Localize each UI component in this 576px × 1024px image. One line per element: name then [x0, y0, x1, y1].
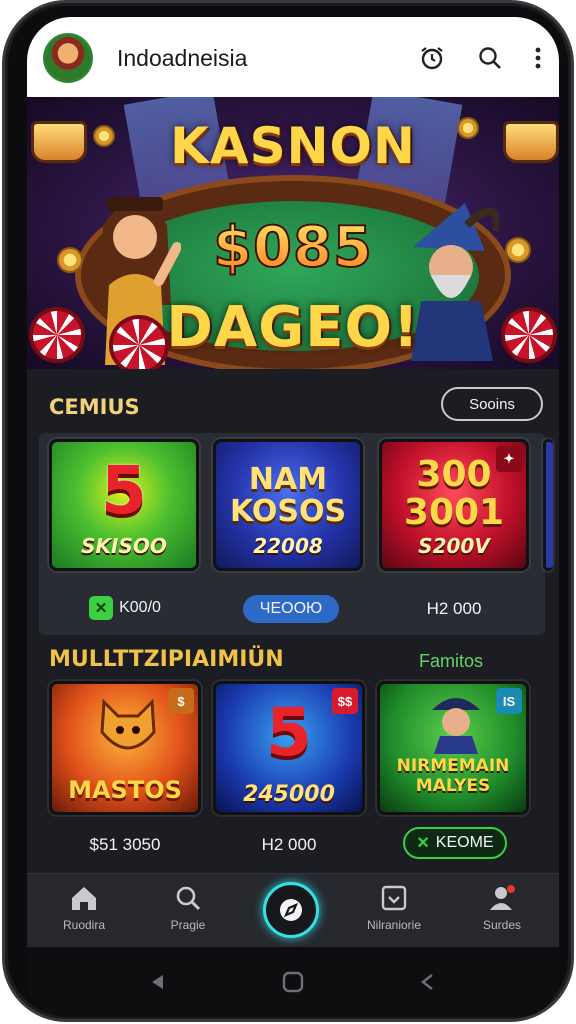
game-card-title: 5 [101, 452, 147, 529]
home-button-icon[interactable] [278, 969, 308, 995]
game-price: K00/0 [119, 599, 161, 616]
nav-label: Surdes [482, 918, 522, 932]
game-card-title: NIRMEMAIN MALYES [396, 756, 510, 796]
avatar[interactable] [43, 33, 93, 83]
app-bar: Indoadneisia [27, 17, 559, 97]
price-badge[interactable]: ЧЕООЮ [243, 595, 339, 623]
game-card[interactable]: 5 245000 $$ [213, 681, 365, 815]
more-vertical-icon[interactable] [523, 43, 553, 73]
currency-icon: IS [496, 688, 522, 714]
ticket-icon: ✕ [416, 835, 430, 852]
price-badge[interactable]: ✕ KEOME [403, 827, 507, 859]
close-icon: ✕ [89, 596, 114, 620]
bottom-nav: Ruodira Pragie Nilraniorie Surdes [27, 873, 559, 947]
favorite-icon[interactable]: ✦ [496, 446, 522, 472]
banner-amount: $085 [27, 214, 559, 281]
search-icon [176, 886, 201, 911]
game-card-subtitle: SKISOO [81, 534, 167, 558]
game-card[interactable]: NIRMEMAIN MALYES IS [377, 681, 529, 815]
pirate-icon [426, 690, 486, 754]
see-all-button[interactable]: Sooins [441, 387, 543, 421]
home-icon [72, 887, 96, 910]
compass-icon [280, 899, 302, 921]
phone-frame: Indoadneisia KASNON $085 DAGEO! CEMIUS S… [2, 0, 574, 1022]
game-price: ЧЕООЮ [259, 600, 323, 617]
lion-icon [96, 692, 160, 762]
coin-icon [505, 237, 531, 263]
currency-icon: $$ [332, 688, 358, 714]
game-card-subtitle: 245000 [243, 782, 335, 807]
game-card[interactable]: 5 SKISOO [49, 439, 199, 571]
back-icon[interactable] [143, 969, 173, 995]
nav-item-search[interactable]: Pragie [143, 884, 233, 932]
search-icon[interactable] [475, 43, 505, 73]
inbox-icon [381, 885, 407, 911]
game-card[interactable]: NAM KOSOS 22008 [213, 439, 363, 571]
game-price: KEOME [435, 834, 494, 851]
recents-icon[interactable] [413, 969, 443, 995]
screen: Indoadneisia KASNON $085 DAGEO! CEMIUS S… [27, 17, 559, 1017]
game-price: H2 000 [426, 599, 482, 618]
section-title: MULLTTZIPIAIMIÜN [49, 647, 284, 672]
app-title: Indoadneisia [117, 45, 248, 71]
game-price: H2 000 [261, 835, 317, 854]
system-nav-bar [27, 947, 559, 1017]
promo-banner[interactable]: KASNON $085 DAGEO! [27, 97, 559, 369]
game-card[interactable]: MASTOS $ [49, 681, 201, 815]
nav-item-profile[interactable]: Surdes [457, 884, 547, 932]
nav-item-home[interactable]: Ruodira [39, 884, 129, 932]
poker-chip-icon [109, 315, 169, 369]
compass-button[interactable] [263, 882, 319, 938]
price-badge[interactable]: ✕ K00/0 [73, 593, 177, 623]
game-card-title: MASTOS [68, 776, 182, 804]
poker-chip-icon [29, 307, 85, 363]
coin-icon [457, 117, 479, 139]
game-card[interactable]: 300 3001 S200V ✦ [379, 439, 529, 571]
section-title: CEMIUS [49, 395, 140, 419]
poker-chip-icon [501, 307, 557, 363]
alarm-clock-icon[interactable] [417, 43, 447, 73]
game-card-title: NAM KOSOS [229, 462, 347, 529]
nav-label: Nilraniorie [366, 918, 422, 932]
currency-icon: $ [168, 688, 194, 714]
nav-label: Pragie [170, 918, 206, 932]
game-card-subtitle: 22008 [253, 534, 323, 558]
game-price: $51 3050 [89, 835, 161, 854]
nav-label: Ruodira [62, 918, 106, 932]
main-content: CEMIUS Sooins 5 SKISOO ✕ K00/0 NAM KOSOS… [27, 369, 559, 889]
nav-item-inbox[interactable]: Nilraniorie [349, 884, 439, 932]
game-card-subtitle: S200V [418, 534, 490, 558]
banner-subtitle: DAGEO! [166, 295, 420, 360]
user-icon [490, 885, 515, 910]
coin-icon [57, 247, 83, 273]
games-row: 5 SKISOO ✕ K00/0 NAM KOSOS 22008 ЧЕООЮ 3 [39, 433, 553, 635]
coin-icon [93, 125, 115, 147]
see-more-link[interactable]: Famitos [419, 651, 483, 672]
game-card[interactable] [543, 439, 553, 571]
